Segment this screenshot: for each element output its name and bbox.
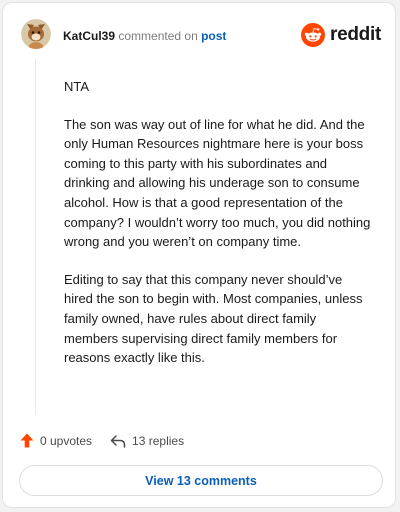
reddit-brand[interactable]: reddit <box>301 23 381 47</box>
comment-card: KatCul39 commented on post reddit NTA Th… <box>2 2 396 508</box>
comment-paragraph: The son was way out of line for what he … <box>64 116 371 250</box>
reddit-logo-icon <box>301 23 326 47</box>
upvote-button[interactable]: 0 upvotes <box>20 433 92 448</box>
action-text: commented on <box>118 29 198 43</box>
post-link[interactable]: post <box>201 29 226 43</box>
reply-button[interactable]: 13 replies <box>110 434 184 448</box>
comment-body: NTA The son was way out of line for what… <box>64 77 372 386</box>
user-avatar-icon <box>21 19 51 49</box>
comment-actions: 0 upvotes 13 replies <box>20 433 202 448</box>
comment-paragraph: Editing to say that this company never s… <box>64 271 363 366</box>
upvote-arrow-icon <box>20 433 34 448</box>
view-comments-button[interactable]: View 13 comments <box>19 465 383 496</box>
avatar[interactable] <box>21 19 51 49</box>
username-link[interactable]: KatCul39 <box>63 29 115 43</box>
comment-header: KatCul39 commented on post <box>63 29 226 43</box>
brand-wordmark: reddit <box>330 24 381 45</box>
upvote-count: 0 upvotes <box>40 433 93 448</box>
reply-count: 13 replies <box>132 433 185 448</box>
reply-arrow-icon <box>110 434 126 448</box>
thread-line[interactable] <box>35 59 36 415</box>
comment-paragraph: NTA <box>64 79 90 94</box>
